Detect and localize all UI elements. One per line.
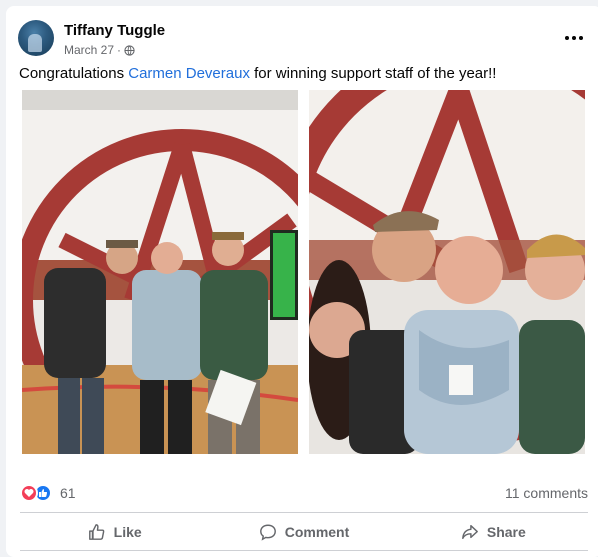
reaction-count: 61 bbox=[60, 485, 76, 501]
comment-button[interactable]: Comment bbox=[209, 514, 398, 550]
post-caption: Congratulations Carmen Deveraux for winn… bbox=[19, 65, 496, 82]
comment-label: Comment bbox=[284, 524, 350, 540]
thumbs-up-icon bbox=[88, 524, 104, 540]
share-label: Share bbox=[486, 524, 526, 540]
post-meta: March 27 · bbox=[64, 43, 135, 57]
caption-text-start: Congratulations bbox=[19, 65, 129, 82]
globe-icon bbox=[124, 44, 135, 56]
caption-text-end: for winning support staff of the year!! bbox=[249, 65, 497, 82]
divider-top bbox=[20, 512, 588, 513]
mention-link[interactable]: Carmen Deveraux bbox=[128, 65, 250, 82]
like-button[interactable]: Like bbox=[20, 514, 209, 550]
more-options-icon[interactable] bbox=[562, 26, 586, 50]
like-label: Like bbox=[113, 524, 142, 540]
share-icon bbox=[461, 524, 478, 540]
comment-icon bbox=[259, 524, 276, 541]
post-actions: Like Comment Share bbox=[20, 514, 588, 550]
post-photo-2[interactable] bbox=[309, 90, 585, 454]
post-header: Tiffany Tuggle March 27 · bbox=[18, 18, 590, 62]
heart-icon bbox=[20, 484, 38, 502]
meta-separator: · bbox=[117, 43, 122, 57]
post-card: Tiffany Tuggle March 27 · Congratulation… bbox=[6, 6, 598, 557]
share-button[interactable]: Share bbox=[399, 514, 588, 550]
author-name[interactable]: Tiffany Tuggle bbox=[64, 22, 165, 39]
divider-bottom bbox=[20, 550, 588, 551]
post-date[interactable]: March 27 bbox=[64, 43, 114, 57]
reactions-summary[interactable]: 61 bbox=[20, 484, 76, 502]
post-photo-1[interactable] bbox=[22, 90, 298, 454]
comments-count[interactable]: 11 comments bbox=[505, 485, 588, 501]
author-avatar[interactable] bbox=[18, 20, 54, 56]
